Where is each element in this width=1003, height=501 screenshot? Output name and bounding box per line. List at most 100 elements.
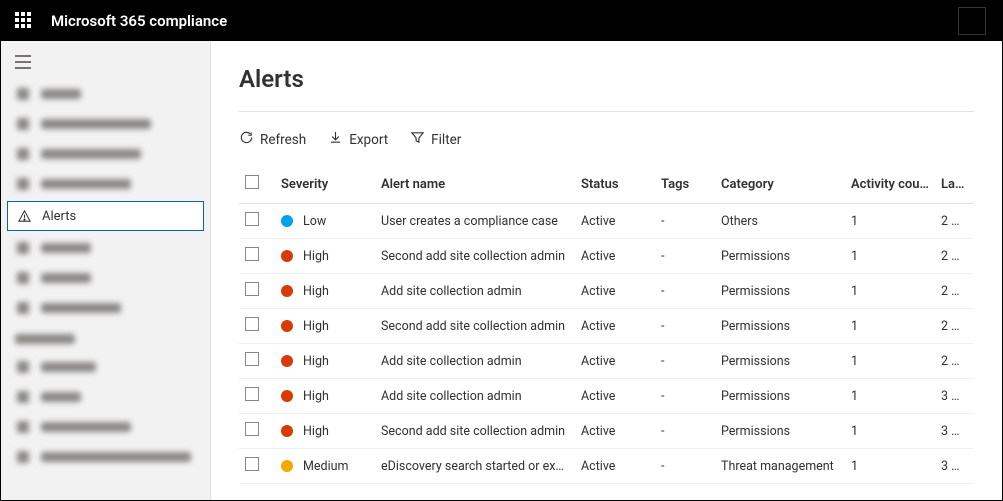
sidebar-section-heading <box>1 323 210 352</box>
alert-name-cell: Add site collection admin <box>375 274 575 309</box>
severity-label: High <box>303 389 329 404</box>
last-cell: 3 months ago <box>935 449 974 484</box>
row-checkbox[interactable] <box>245 352 259 366</box>
col-status[interactable]: Status <box>575 167 655 204</box>
alert-icon <box>16 208 32 224</box>
activity-cell: 1 <box>845 449 935 484</box>
col-activity-count[interactable]: Activity count <box>845 167 935 204</box>
sidebar-item-redacted <box>1 263 210 293</box>
col-severity[interactable]: Severity <box>275 167 375 204</box>
avatar[interactable] <box>958 7 986 35</box>
row-checkbox[interactable] <box>245 212 259 226</box>
sidebar-item-label: Alerts <box>42 209 76 224</box>
select-all-checkbox[interactable] <box>245 175 259 189</box>
row-checkbox[interactable] <box>245 387 259 401</box>
severity-label: High <box>303 284 329 299</box>
row-checkbox[interactable] <box>245 247 259 261</box>
table-row[interactable]: High Add site collection adminActive-Perm… <box>239 379 974 414</box>
table-row[interactable]: MediumeDiscovery search started or expor… <box>239 449 974 484</box>
brand-title: Microsoft 365 compliance <box>51 12 227 30</box>
row-checkbox[interactable] <box>245 422 259 436</box>
activity-cell: 1 <box>845 239 935 274</box>
activity-cell: 1 <box>845 204 935 239</box>
nav-toggle-button[interactable] <box>1 49 210 79</box>
activity-cell: 1 <box>845 414 935 449</box>
export-label: Export <box>349 132 388 148</box>
activity-cell: 1 <box>845 344 935 379</box>
sidebar-item-redacted <box>1 169 210 199</box>
sidebar-item-alerts[interactable]: Alerts <box>7 201 204 231</box>
severity-label: High <box>303 354 329 369</box>
severity-dot-icon <box>281 215 293 227</box>
activity-cell: 1 <box>845 274 935 309</box>
table-row[interactable]: HighAdd site collection adminActive-Perm… <box>239 274 974 309</box>
filter-icon <box>410 130 425 149</box>
category-cell: Permissions <box>715 379 845 414</box>
refresh-button[interactable]: Refresh <box>239 130 306 149</box>
row-checkbox[interactable] <box>245 282 259 296</box>
table-row[interactable]: HighAdd site collection adminActive-Perm… <box>239 344 974 379</box>
status-cell: Active <box>575 379 655 414</box>
tags-cell: - <box>655 414 715 449</box>
refresh-label: Refresh <box>260 132 306 148</box>
activity-cell: 1 <box>845 309 935 344</box>
filter-label: Filter <box>431 132 461 148</box>
sidebar-item-redacted <box>1 139 210 169</box>
app-launcher-icon[interactable] <box>15 12 33 30</box>
col-category[interactable]: Category <box>715 167 845 204</box>
category-cell: Permissions <box>715 344 845 379</box>
severity-dot-icon <box>281 285 293 297</box>
col-alert-name[interactable]: Alert name <box>375 167 575 204</box>
tags-cell: - <box>655 379 715 414</box>
row-checkbox[interactable] <box>245 457 259 471</box>
sidebar-item-redacted <box>1 352 210 382</box>
status-cell: Active <box>575 204 655 239</box>
category-cell: Others <box>715 204 845 239</box>
severity-dot-icon <box>281 320 293 332</box>
row-checkbox[interactable] <box>245 317 259 331</box>
export-button[interactable]: Export <box>328 130 388 149</box>
severity-label: High <box>303 249 329 264</box>
severity-label: High <box>303 319 329 334</box>
table-row[interactable]: High Second add site collection adminActi… <box>239 239 974 274</box>
sidebar-item-redacted <box>1 109 210 139</box>
last-cell: 2 months ago <box>935 274 974 309</box>
status-cell: Active <box>575 239 655 274</box>
last-cell: 2 months ago <box>935 344 974 379</box>
sidebar-item-redacted <box>1 412 210 442</box>
sidebar-item-redacted <box>1 79 210 109</box>
category-cell: Permissions <box>715 309 845 344</box>
top-bar: Microsoft 365 compliance <box>1 1 1002 41</box>
category-cell: Permissions <box>715 239 845 274</box>
last-cell: 3 months ago <box>935 414 974 449</box>
severity-dot-icon <box>281 390 293 402</box>
table-row[interactable]: High Second add site collection adminActi… <box>239 309 974 344</box>
tags-cell: - <box>655 239 715 274</box>
severity-dot-icon <box>281 425 293 437</box>
col-last-occurrence[interactable]: Last occurrence ... <box>935 167 974 204</box>
table-row[interactable]: LowUser creates a compliance caseActive-… <box>239 204 974 239</box>
last-cell: 2 months ago <box>935 239 974 274</box>
alert-name-cell: Second add site collection admin <box>375 239 575 274</box>
status-cell: Active <box>575 309 655 344</box>
status-cell: Active <box>575 274 655 309</box>
alert-name-cell: Add site collection admin <box>375 379 575 414</box>
main-content: Alerts Refresh Export <box>211 41 1002 500</box>
sidebar-item-redacted <box>1 293 210 323</box>
last-cell: 2 months ago <box>935 309 974 344</box>
filter-button[interactable]: Filter <box>410 130 461 149</box>
alert-name-cell: User creates a compliance case <box>375 204 575 239</box>
status-cell: Active <box>575 449 655 484</box>
sidebar: Alerts <box>1 41 211 500</box>
activity-cell: 1 <box>845 379 935 414</box>
col-tags[interactable]: Tags <box>655 167 715 204</box>
category-cell: Permissions <box>715 414 845 449</box>
alert-name-cell: Second add site collection admin <box>375 309 575 344</box>
table-row[interactable]: HighSecond add site collection adminActi… <box>239 414 974 449</box>
status-cell: Active <box>575 414 655 449</box>
alert-name-cell: eDiscovery search started or exported <box>375 449 575 484</box>
sidebar-item-redacted <box>1 442 210 472</box>
tags-cell: - <box>655 344 715 379</box>
refresh-icon <box>239 130 254 149</box>
severity-label: Low <box>303 214 326 229</box>
